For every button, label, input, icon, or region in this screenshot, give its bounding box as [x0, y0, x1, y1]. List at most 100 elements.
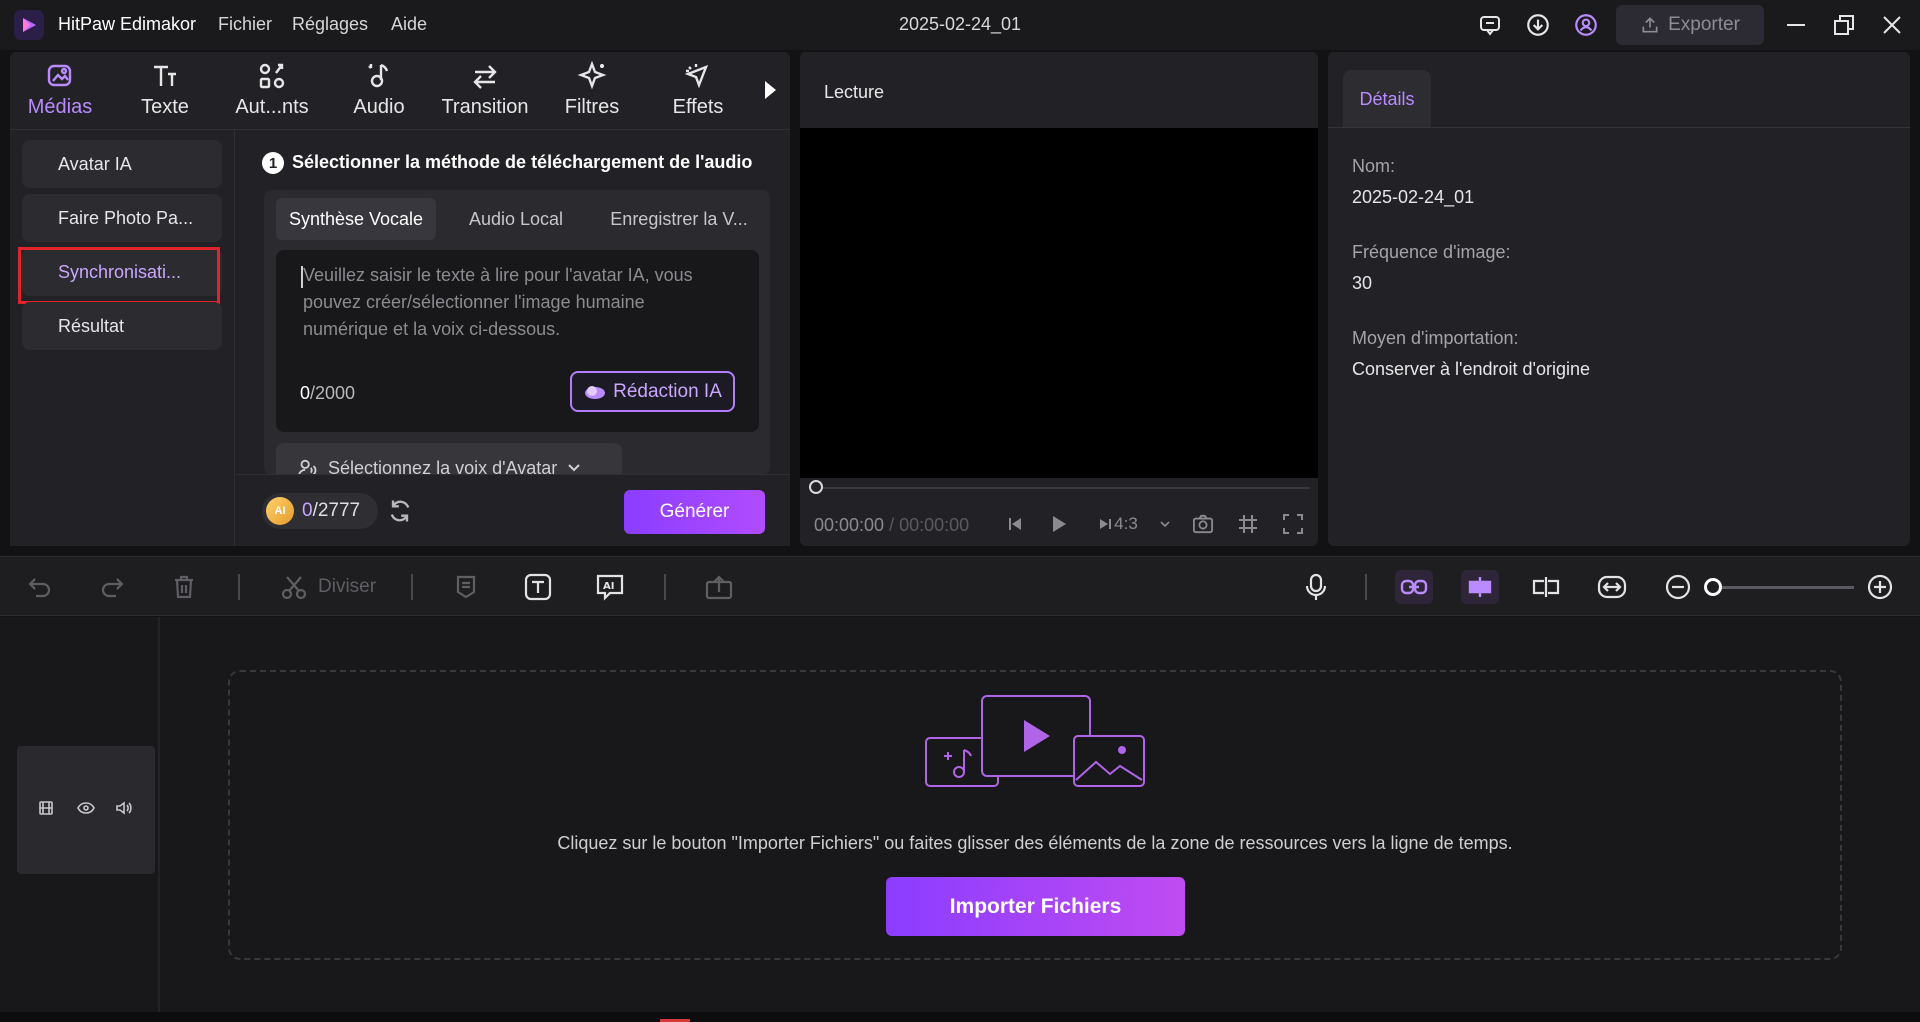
subtitle-icon[interactable] [450, 571, 482, 603]
menu-fichier[interactable]: Fichier [218, 14, 272, 35]
highlight-box [18, 247, 220, 304]
nav-label: Avatar IA [58, 153, 132, 174]
minimize-icon[interactable] [1782, 11, 1810, 39]
nav-label: Faire Photo Pa... [58, 207, 194, 228]
tab-enregistrer-voix[interactable]: Enregistrer la V... [594, 198, 764, 240]
track-divider [158, 617, 160, 1012]
tab-label: Transition [441, 96, 529, 118]
scroll-tabs-right-icon[interactable] [762, 78, 778, 102]
import-files-button[interactable]: Importer Fichiers [886, 877, 1185, 936]
zoom-slider-handle[interactable] [1704, 578, 1722, 596]
nav-faire-photo[interactable]: Faire Photo Pa... [22, 194, 222, 242]
tab-audio[interactable]: Audio [329, 60, 429, 126]
menu-aide[interactable]: Aide [391, 14, 427, 35]
tab-texte[interactable]: Texte [115, 60, 215, 126]
tab-medias[interactable]: Médias [10, 60, 110, 126]
zoom-slider[interactable] [1712, 586, 1854, 589]
play-icon[interactable] [1044, 510, 1074, 538]
export-label: Exporter [1668, 14, 1740, 35]
separator [664, 574, 666, 600]
detail-import-label: Moyen d'importation: [1352, 328, 1519, 348]
detail-name-label: Nom: [1352, 156, 1396, 176]
tts-placeholder: Veuillez saisir le texte à lire pour l'a… [303, 265, 693, 339]
media-illustration-icon [924, 694, 1146, 794]
effects-icon [684, 64, 709, 89]
prev-frame-icon[interactable] [1000, 510, 1030, 538]
magnet-toggle[interactable] [1461, 570, 1499, 604]
credits-counter: AI 0/2777 [262, 493, 378, 529]
export-clip-icon[interactable] [703, 571, 735, 603]
undo-icon[interactable] [24, 571, 56, 603]
microphone-icon[interactable] [1300, 571, 1332, 603]
tab-transition[interactable]: Transition [435, 60, 535, 126]
redo-icon[interactable] [96, 571, 128, 603]
add-text-icon[interactable] [522, 571, 554, 603]
timecode-current: 00:00:00 [814, 515, 885, 535]
close-icon[interactable] [1878, 11, 1906, 39]
app-name: HitPaw Edimakor [58, 14, 197, 34]
text-icon [154, 65, 176, 86]
tab-audio-local[interactable]: Audio Local [446, 198, 586, 240]
generate-button[interactable]: Générer [624, 490, 765, 534]
menu-reglages[interactable]: Réglages [292, 14, 368, 35]
drop-instructions: Cliquez sur le bouton "Importer Fichiers… [557, 833, 1513, 853]
delete-icon[interactable] [168, 571, 200, 603]
tab-details[interactable]: Détails [1343, 70, 1431, 128]
aspect-ratio-select[interactable]: 4:3 [1094, 510, 1142, 538]
ai-write-button[interactable]: Rédaction IA [570, 371, 735, 412]
split-audio-icon[interactable] [1530, 571, 1562, 603]
volume-icon[interactable] [115, 800, 133, 816]
separator [238, 574, 240, 600]
aspect-ratio-label: 4:3 [1114, 514, 1138, 533]
zoom-in-icon[interactable] [1864, 571, 1896, 603]
filters-icon [577, 60, 607, 90]
chevron-down-icon [568, 464, 580, 472]
coin-icon: AI [266, 497, 294, 525]
app-logo-icon [14, 10, 44, 40]
split-label[interactable]: Diviser [318, 576, 376, 598]
nav-avatar-ia[interactable]: Avatar IA [22, 140, 222, 188]
nav-resultat[interactable]: Résultat [22, 302, 222, 350]
refresh-icon[interactable] [386, 497, 414, 525]
video-canvas[interactable] [800, 128, 1318, 478]
tab-filtres[interactable]: Filtres [542, 60, 642, 126]
scissors-icon[interactable] [278, 571, 310, 603]
audio-icon [368, 63, 389, 88]
next-frame-icon [1100, 519, 1112, 529]
eye-icon[interactable] [77, 801, 95, 815]
snapshot-icon[interactable] [1188, 510, 1218, 538]
feedback-icon[interactable] [1476, 11, 1504, 39]
media-icon [47, 64, 72, 87]
film-icon[interactable] [38, 800, 54, 816]
ai-cloud-icon [585, 385, 606, 399]
grid-icon[interactable] [1233, 510, 1263, 538]
account-icon[interactable] [1572, 11, 1600, 39]
fit-timeline-icon[interactable] [1596, 571, 1628, 603]
zoom-out-icon[interactable] [1662, 571, 1694, 603]
link-toggle[interactable] [1395, 570, 1433, 604]
tab-label: Filtres [564, 96, 620, 118]
step-heading: 1 Sélectionner la méthode de téléchargeme… [262, 152, 792, 175]
export-button[interactable]: Exporter [1616, 5, 1764, 45]
timecode: 00:00:00 / 00:00:00 [814, 515, 969, 536]
credits-total: /2777 [312, 500, 361, 521]
ratio-chevron-icon[interactable] [1150, 510, 1180, 538]
detail-framerate-label: Fréquence d'image: [1352, 242, 1511, 262]
tab-effets[interactable]: Effets [648, 60, 748, 126]
tab-synthese-vocale[interactable]: Synthèse Vocale [276, 198, 436, 240]
ai-caption-icon[interactable]: AI [594, 571, 626, 603]
detail-import-value: Conserver à l'endroit d'origine [1352, 359, 1590, 379]
restore-icon[interactable] [1830, 11, 1858, 39]
status-strip [0, 1012, 1920, 1022]
scrubber-handle[interactable] [809, 480, 823, 494]
download-icon[interactable] [1524, 11, 1552, 39]
credits-current: 0 [302, 500, 313, 521]
detail-framerate-value: 30 [1352, 273, 1373, 293]
nav-label: Résultat [58, 315, 125, 336]
playback-scrubber[interactable] [818, 487, 1310, 489]
separator [1365, 574, 1367, 600]
step-title: Sélectionner la méthode de téléchargemen… [292, 152, 753, 172]
char-count-max: /2000 [310, 383, 356, 403]
fullscreen-icon[interactable] [1278, 510, 1308, 538]
tab-elements[interactable]: Aut...nts [222, 60, 322, 126]
